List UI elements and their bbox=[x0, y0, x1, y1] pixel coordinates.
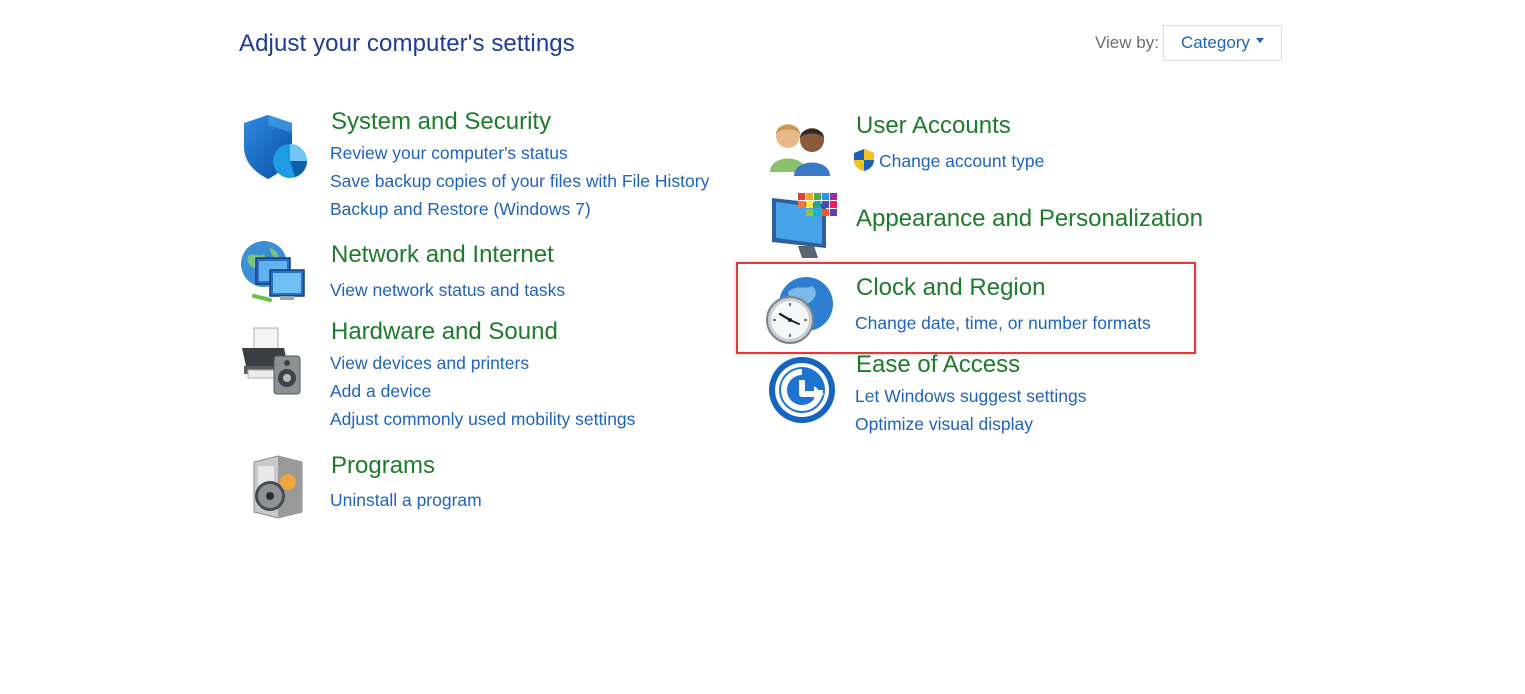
users-icon[interactable] bbox=[768, 116, 838, 186]
category-programs[interactable]: Programs bbox=[331, 452, 435, 480]
programs-disc-icon[interactable] bbox=[244, 452, 314, 522]
category-system-security[interactable]: System and Security bbox=[331, 108, 551, 136]
highlight-box bbox=[736, 262, 1196, 354]
category-user-accounts[interactable]: User Accounts bbox=[856, 112, 1011, 140]
link-change-account-type[interactable]: Change account type bbox=[879, 151, 1044, 172]
view-by-value: Category bbox=[1180, 33, 1250, 52]
link-add-device[interactable]: Add a device bbox=[330, 381, 431, 402]
link-review-status[interactable]: Review your computer's status bbox=[330, 143, 568, 164]
shield-icon[interactable] bbox=[240, 113, 310, 183]
link-network-status[interactable]: View network status and tasks bbox=[330, 280, 565, 301]
link-devices-printers[interactable]: View devices and printers bbox=[330, 353, 529, 374]
chevron-down-icon bbox=[1255, 37, 1264, 43]
printer-speaker-icon[interactable] bbox=[240, 326, 310, 396]
network-globe-icon[interactable] bbox=[240, 240, 310, 310]
category-network-internet[interactable]: Network and Internet bbox=[331, 241, 554, 269]
link-uninstall-program[interactable]: Uninstall a program bbox=[330, 490, 482, 511]
uac-shield-icon bbox=[852, 148, 876, 172]
link-backup-restore[interactable]: Backup and Restore (Windows 7) bbox=[330, 199, 591, 220]
monitor-palette-icon[interactable] bbox=[768, 190, 838, 260]
link-optimize-visual-display[interactable]: Optimize visual display bbox=[855, 414, 1033, 435]
link-mobility-settings[interactable]: Adjust commonly used mobility settings bbox=[330, 409, 635, 430]
link-windows-suggest-settings[interactable]: Let Windows suggest settings bbox=[855, 386, 1087, 407]
link-file-history[interactable]: Save backup copies of your files with Fi… bbox=[330, 171, 709, 192]
view-by: View by: Category bbox=[1095, 25, 1282, 61]
category-ease-of-access[interactable]: Ease of Access bbox=[856, 351, 1020, 379]
page-title: Adjust your computer's settings bbox=[239, 30, 575, 57]
view-by-label: View by: bbox=[1095, 33, 1159, 52]
view-by-dropdown[interactable]: Category bbox=[1162, 25, 1282, 61]
category-hardware-sound[interactable]: Hardware and Sound bbox=[331, 318, 558, 346]
ease-of-access-icon[interactable] bbox=[768, 356, 838, 426]
category-appearance-personalization[interactable]: Appearance and Personalization bbox=[856, 205, 1203, 233]
